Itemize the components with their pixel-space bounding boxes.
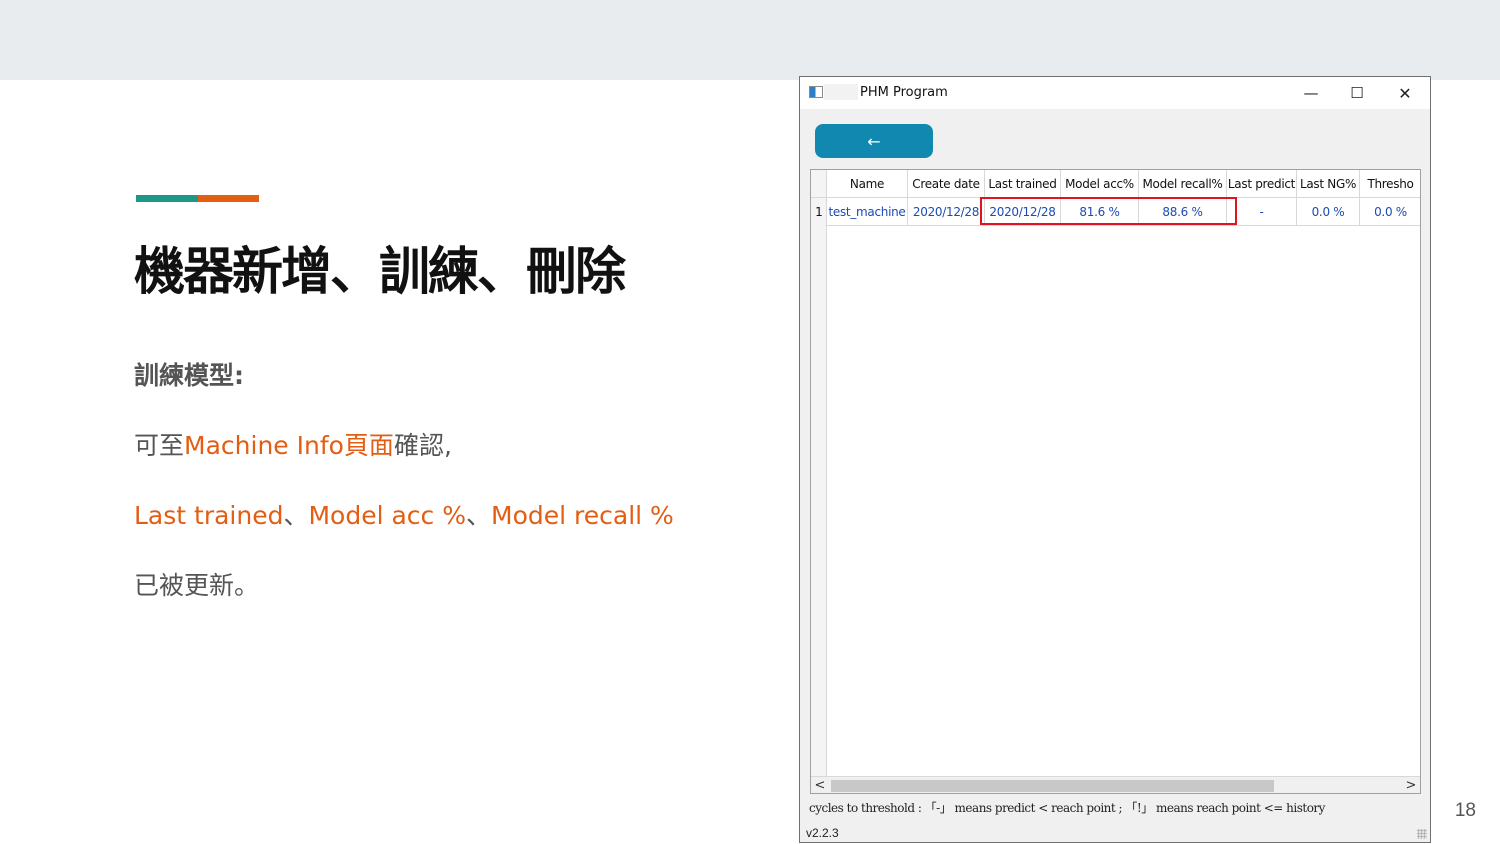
title-blur <box>824 84 858 100</box>
row-number[interactable]: 1 <box>811 198 827 226</box>
cell-last-ng[interactable]: 0.0 % <box>1297 198 1360 225</box>
line1-prefix: 可至 <box>134 431 185 460</box>
arrow-left-icon: ← <box>867 131 881 151</box>
table-header: Name Create date Last trained Model acc%… <box>827 170 1420 198</box>
scroll-thumb[interactable] <box>831 780 1274 792</box>
column-header-model-acc[interactable]: Model acc% <box>1061 170 1139 198</box>
phm-program-window: PHM Program — ☐ ✕ ← Name Create date Las… <box>799 76 1431 843</box>
highlight-model-acc: Model acc % <box>308 501 467 530</box>
cell-create-date[interactable]: 2020/12/28 <box>908 198 985 225</box>
scroll-left-icon[interactable]: < <box>813 777 827 793</box>
row-header-column <box>811 170 827 776</box>
section-heading: 訓練模型: <box>134 361 244 390</box>
app-icon <box>809 86 823 98</box>
window-title: PHM Program <box>860 85 948 100</box>
highlight-last-trained: Last trained <box>134 501 284 530</box>
separator: 、 <box>466 501 492 530</box>
table-corner[interactable] <box>811 170 827 198</box>
paragraph-line-2: Last trained、Model acc %、Model recall % <box>134 496 674 532</box>
slide-title: 機器新增、訓練、刪除 <box>134 243 626 302</box>
resize-grip-icon[interactable] <box>1417 829 1427 839</box>
version-label: v2.2.3 <box>806 826 839 840</box>
maximize-icon[interactable]: ☐ <box>1334 77 1380 109</box>
cell-last-predict[interactable]: - <box>1227 198 1297 225</box>
window-titlebar[interactable]: PHM Program — ☐ ✕ <box>800 77 1430 109</box>
column-header-name[interactable]: Name <box>827 170 908 198</box>
machine-info-highlight: Machine Info頁面 <box>184 431 394 460</box>
close-icon[interactable]: ✕ <box>1382 77 1428 109</box>
paragraph-line-1: 可至Machine Info頁面確認, <box>134 426 452 462</box>
accent-bar-teal <box>136 195 198 202</box>
separator: 、 <box>283 501 309 530</box>
machine-table[interactable]: Name Create date Last trained Model acc%… <box>810 169 1421 794</box>
paragraph-line-3: 已被更新。 <box>134 571 260 600</box>
updated-fields-highlight <box>980 197 1237 225</box>
highlight-model-recall: Model recall % <box>491 501 674 530</box>
top-banner <box>0 0 1500 80</box>
column-header-threshold[interactable]: Thresho <box>1360 170 1420 198</box>
back-button[interactable]: ← <box>815 124 933 158</box>
cell-name[interactable]: test_machine <box>827 198 908 225</box>
line1-suffix: 確認, <box>393 431 452 460</box>
column-header-last-trained[interactable]: Last trained <box>985 170 1061 198</box>
page-number: 18 <box>1454 800 1476 821</box>
column-header-last-predict[interactable]: Last predict <box>1227 170 1297 198</box>
column-header-create-date[interactable]: Create date <box>908 170 985 198</box>
cell-threshold[interactable]: 0.0 % <box>1360 198 1420 225</box>
horizontal-scrollbar[interactable]: < > <box>811 776 1420 793</box>
threshold-legend: cycles to threshold : 「-」 means predict … <box>809 801 1325 815</box>
column-header-last-ng[interactable]: Last NG% <box>1297 170 1360 198</box>
accent-bar-orange <box>198 195 259 202</box>
scroll-right-icon[interactable]: > <box>1404 777 1418 793</box>
column-header-model-recall[interactable]: Model recall% <box>1139 170 1227 198</box>
minimize-icon[interactable]: — <box>1288 77 1334 109</box>
